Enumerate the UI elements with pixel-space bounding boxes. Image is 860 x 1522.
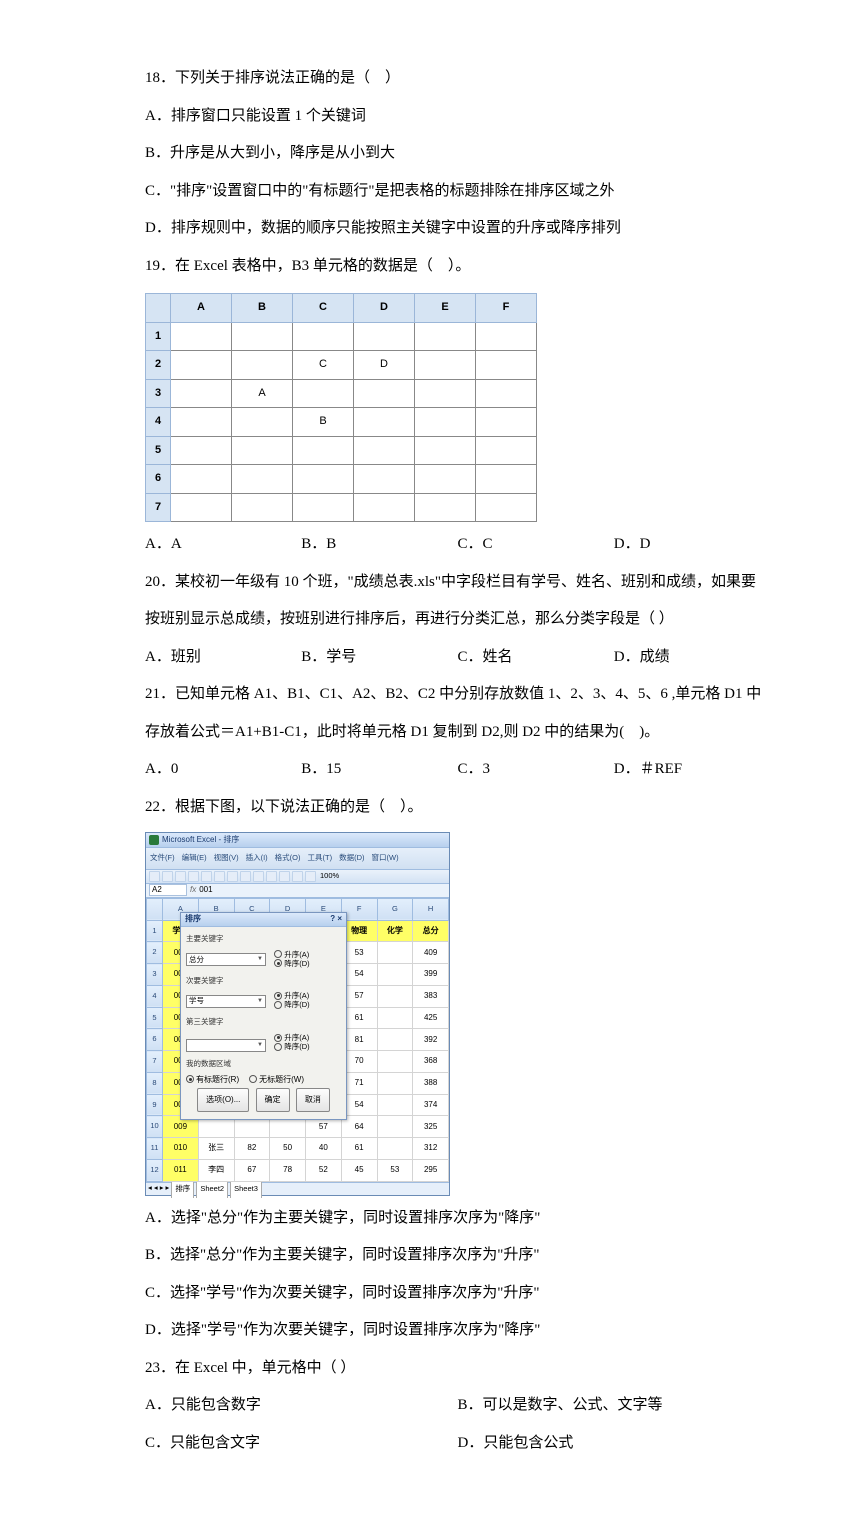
q21-stem: 21．已知单元格 A1、B1、C1、A2、B2、C2 中分别存放数值 1、2、3…	[145, 676, 770, 751]
q20-options: A．班别 B．学号 C．姓名 D．成绩	[145, 639, 770, 677]
q23-opt-b: B．可以是数字、公式、文字等	[458, 1387, 771, 1425]
q21-opt-a: A．0	[145, 751, 301, 789]
q21-opt-c: C．3	[458, 751, 614, 789]
excel-icon	[149, 835, 159, 845]
region-label: 我的数据区域	[186, 1055, 341, 1074]
q20-opt-a: A．班别	[145, 639, 301, 677]
third-key-label: 第三关键字	[186, 1013, 341, 1032]
chevron-down-icon: ▼	[257, 952, 263, 967]
q18-opt-a: A．排序窗口只能设置 1 个关键词	[145, 98, 770, 136]
q19-opt-a: A．A	[145, 526, 301, 564]
q18-opt-b: B．升序是从大到小，降序是从小到大	[145, 135, 770, 173]
cancel-button[interactable]: 取消	[296, 1088, 330, 1112]
chevron-down-icon: ▼	[257, 994, 263, 1009]
sheet-tab[interactable]: Sheet3	[230, 1179, 262, 1199]
primary-key-label: 主要关键字	[186, 930, 341, 949]
menu-tools[interactable]: 工具(T)	[308, 849, 333, 868]
q23-options-2: C．只能包含文字 D．只能包含公式	[145, 1425, 770, 1463]
radio-asc-2[interactable]	[274, 992, 282, 1000]
menu-file[interactable]: 文件(F)	[150, 849, 175, 868]
q22-stem: 22．根据下图，以下说法正确的是（ ）。	[145, 789, 770, 827]
q22-opt-a: A．选择"总分"作为主要关键字，同时设置排序次序为"降序"	[145, 1200, 770, 1238]
secondary-key-dropdown[interactable]: 学号▼	[186, 995, 266, 1008]
options-button[interactable]: 选项(O)...	[197, 1088, 249, 1112]
q23-options-1: A．只能包含数字 B．可以是数字、公式、文字等	[145, 1387, 770, 1425]
sheet-tab[interactable]: 排序	[171, 1179, 194, 1199]
radio-asc[interactable]	[274, 950, 282, 958]
q20-opt-c: C．姓名	[458, 639, 614, 677]
q19-opt-d: D．D	[614, 526, 770, 564]
q19-opt-c: C．C	[458, 526, 614, 564]
dialog-close-icon[interactable]: ? ×	[330, 909, 342, 929]
toolbar-button[interactable]	[266, 871, 277, 882]
radio-desc-3[interactable]	[274, 1043, 282, 1051]
q23-opt-d: D．只能包含公式	[458, 1425, 771, 1463]
q20-opt-b: B．学号	[301, 639, 457, 677]
toolbar-button[interactable]	[227, 871, 238, 882]
q23-opt-a: A．只能包含数字	[145, 1387, 458, 1425]
sheet-tabs: ◂ ◂ ▸ ▸ 排序 Sheet2 Sheet3	[146, 1182, 449, 1195]
ok-button[interactable]: 确定	[256, 1088, 290, 1112]
q22-opt-c: C．选择"学号"作为次要关键字，同时设置排序次序为"升序"	[145, 1275, 770, 1313]
sheet-tab[interactable]: Sheet2	[196, 1179, 228, 1199]
q23-opt-c: C．只能包含文字	[145, 1425, 458, 1463]
secondary-key-label: 次要关键字	[186, 972, 341, 991]
toolbar-button[interactable]	[279, 871, 290, 882]
q22-opt-d: D．选择"学号"作为次要关键字，同时设置排序次序为"降序"	[145, 1312, 770, 1350]
menu-data[interactable]: 数据(D)	[339, 849, 364, 868]
menu-format[interactable]: 格式(O)	[275, 849, 301, 868]
third-key-dropdown[interactable]: ▼	[186, 1039, 266, 1052]
radio-desc-2[interactable]	[274, 1001, 282, 1009]
name-box[interactable]: A2	[149, 884, 187, 896]
q22-opt-b: B．选择"总分"作为主要关键字，同时设置排序次序为"升序"	[145, 1237, 770, 1275]
q18-opt-c: C．"排序"设置窗口中的"有标题行"是把表格的标题排除在排序区域之外	[145, 173, 770, 211]
toolbar-button[interactable]	[305, 871, 316, 882]
radio-asc-3[interactable]	[274, 1034, 282, 1042]
q19-excel-table: A B C D E F 1 2CD 3A 4B 5 6 7	[145, 293, 537, 522]
q23-stem: 23．在 Excel 中，单元格中（ ）	[145, 1350, 770, 1388]
excel-titlebar: Microsoft Excel - 排序	[146, 833, 449, 848]
menu-insert[interactable]: 插入(I)	[246, 849, 268, 868]
dialog-title-text: 排序	[185, 909, 201, 929]
q20-opt-d: D．成绩	[614, 639, 770, 677]
excel-formula-bar: A2 fx 001	[146, 884, 449, 898]
toolbar-button[interactable]	[162, 871, 173, 882]
menu-view[interactable]: 视图(V)	[214, 849, 239, 868]
toolbar-button[interactable]	[175, 871, 186, 882]
excel-title: Microsoft Excel - 排序	[162, 830, 239, 850]
toolbar-button[interactable]	[292, 871, 303, 882]
q21-options: A．0 B．15 C．3 D．＃REF	[145, 751, 770, 789]
radio-no-header[interactable]	[249, 1075, 257, 1083]
q21-opt-d: D．＃REF	[614, 751, 770, 789]
q21-opt-b: B．15	[301, 751, 457, 789]
chevron-down-icon: ▼	[257, 1038, 263, 1053]
excel-menubar: 文件(F) 编辑(E) 视图(V) 插入(I) 格式(O) 工具(T) 数据(D…	[146, 848, 449, 870]
primary-key-dropdown[interactable]: 总分▼	[186, 953, 266, 966]
radio-desc[interactable]	[274, 959, 282, 967]
toolbar-button[interactable]	[214, 871, 225, 882]
q20-stem: 20．某校初一年级有 10 个班，"成绩总表.xls"中字段栏目有学号、姓名、班…	[145, 564, 770, 639]
toolbar-button[interactable]	[240, 871, 251, 882]
q22-excel-screenshot: Microsoft Excel - 排序 文件(F) 编辑(E) 视图(V) 插…	[145, 832, 450, 1196]
menu-edit[interactable]: 编辑(E)	[182, 849, 207, 868]
q19-stem: 19．在 Excel 表格中，B3 单元格的数据是（ ）。	[145, 248, 770, 286]
toolbar-button[interactable]	[253, 871, 264, 882]
q18-stem: 18．下列关于排序说法正确的是（ ）	[145, 60, 770, 98]
menu-window[interactable]: 窗口(W)	[372, 849, 399, 868]
radio-has-header[interactable]	[186, 1075, 194, 1083]
q19-opt-b: B．B	[301, 526, 457, 564]
q19-options: A．A B．B C．C D．D	[145, 526, 770, 564]
sort-dialog: 排序 ? × 主要关键字 总分▼ 升序(A) 降序(D)	[180, 912, 347, 1120]
q18-opt-d: D．排序规则中，数据的顺序只能按照主关键字中设置的升序或降序排列	[145, 210, 770, 248]
